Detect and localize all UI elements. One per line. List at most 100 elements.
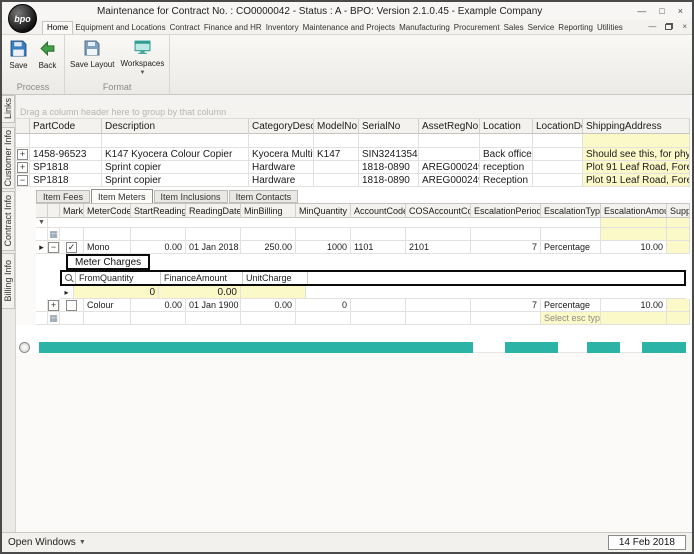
cell-modelno[interactable] (314, 161, 359, 174)
cell-locationdesc[interactable] (533, 148, 583, 161)
column-header-shippingaddress[interactable]: ShippingAddress (583, 119, 690, 134)
cell-financeamount[interactable]: 0.00 (159, 286, 241, 299)
column-header-cosaccountcode[interactable]: COSAccountCode (406, 204, 471, 218)
cell-supplier[interactable] (667, 299, 690, 312)
side-tab-contract-info[interactable]: Contract Info (2, 191, 15, 251)
cell-shippingaddress[interactable]: Plot 91 Leaf Road, Forest Hills, (583, 174, 690, 187)
cell-cosaccountcode[interactable] (406, 299, 471, 312)
cell-modelno[interactable]: K147 (314, 148, 359, 161)
cell-supplier[interactable] (667, 312, 690, 325)
ribbon-tab-utilities[interactable]: Utilities (595, 22, 625, 34)
cell-minbilling[interactable] (241, 228, 296, 241)
column-header-escalationperiod[interactable]: EscalationPeriod (471, 204, 541, 218)
column-header-assetregno[interactable]: AssetRegNo (419, 119, 480, 134)
cell-escalationamount[interactable]: 10.00 (601, 299, 667, 312)
column-header-partcode[interactable]: PartCode (30, 119, 102, 134)
cell-escalationperiod[interactable]: 7 (471, 299, 541, 312)
search-cell[interactable] (62, 272, 76, 284)
cell-minbilling[interactable]: 250.00 (241, 241, 296, 254)
ribbon-tab-reporting[interactable]: Reporting (556, 22, 595, 34)
cell-escalationtype[interactable] (541, 228, 601, 241)
mdi-restore-icon[interactable] (665, 23, 673, 30)
side-tab-links[interactable]: Links (2, 95, 15, 123)
cell-readingdate[interactable]: 01 Jan 1900 (186, 299, 241, 312)
ribbon-tab-equipment-and-locations[interactable]: Equipment and Locations (73, 22, 167, 34)
cell-description[interactable]: K147 Kyocera Colour Copier (102, 148, 249, 161)
expand-cell[interactable]: + (16, 148, 30, 161)
ribbon-tab-procurement[interactable]: Procurement (452, 22, 502, 34)
cell-supplier[interactable] (667, 241, 690, 254)
cell-escalationamount[interactable] (601, 228, 667, 241)
detail-new-row-top[interactable]: ▦ (36, 228, 690, 241)
cell-accountcode[interactable]: 1101 (351, 241, 406, 254)
filter-cell-shippingaddress[interactable] (583, 134, 690, 148)
column-header-minbilling[interactable]: MinBilling (241, 204, 296, 218)
column-header-fromquantity[interactable]: FromQuantity (76, 272, 161, 284)
mdi-close-icon[interactable]: × (682, 22, 687, 31)
side-tab-billing-info[interactable]: Billing Info (2, 253, 15, 309)
filter-cell-locationdesc[interactable] (533, 134, 583, 148)
cell-assetregno[interactable]: AREG000249 (419, 161, 480, 174)
column-header-financeamount[interactable]: FinanceAmount (161, 272, 243, 284)
ribbon-tab-contract[interactable]: Contract (168, 22, 202, 34)
column-header-escalationamount[interactable]: EscalationAmount (601, 204, 667, 218)
escalation-type-prompt[interactable]: Select esc type... (541, 312, 601, 325)
cell-partcode[interactable]: SP1818 (30, 161, 102, 174)
cell-metercode[interactable] (84, 228, 131, 241)
cell-modelno[interactable] (314, 174, 359, 187)
cell-categorydesc[interactable]: Hardware (249, 174, 314, 187)
cell-partcode[interactable]: SP1818 (30, 174, 102, 187)
cell-location[interactable]: reception (480, 161, 533, 174)
filter-cell-location[interactable] (480, 134, 533, 148)
detail-new-row-bottom[interactable]: ▦ Select esc type... (36, 312, 690, 325)
filter-cell-serialno[interactable] (359, 134, 419, 148)
filter-cell-assetregno[interactable] (419, 134, 480, 148)
ribbon-tab-home[interactable]: Home (42, 21, 73, 34)
cell-minquantity[interactable]: 0 (296, 299, 351, 312)
column-header-escalationtype[interactable]: EscalationType (541, 204, 601, 218)
cell-locationdesc[interactable] (533, 161, 583, 174)
cell-minquantity[interactable]: 1000 (296, 241, 351, 254)
filter-cell-description[interactable] (102, 134, 249, 148)
cell-readingdate[interactable] (186, 228, 241, 241)
cell-assetregno[interactable] (419, 148, 480, 161)
minimize-icon[interactable]: — (637, 6, 646, 16)
filter-cell-partcode[interactable] (30, 134, 102, 148)
cell-escalationtype[interactable]: Percentage (541, 299, 601, 312)
cell-assetregno[interactable]: AREG000249 (419, 174, 480, 187)
cell-metercode[interactable]: Mono (84, 241, 131, 254)
cell-categorydesc[interactable]: Hardware (249, 161, 314, 174)
collapse-cell[interactable]: − (16, 174, 30, 187)
column-header-location[interactable]: Location (480, 119, 533, 134)
ribbon-tab-manufacturing[interactable]: Manufacturing (397, 22, 452, 34)
expand-cell[interactable]: + (16, 161, 30, 174)
column-header-accountcode[interactable]: AccountCode (351, 204, 406, 218)
cell-categorydesc[interactable]: Kyocera Multif... (249, 148, 314, 161)
column-header-serialno[interactable]: SerialNo (359, 119, 419, 134)
column-header-unitcharge[interactable]: UnitCharge (243, 272, 308, 284)
cell-escalationtype[interactable]: Percentage (541, 241, 601, 254)
cell-readingdate[interactable]: 01 Jan 2018 (186, 241, 241, 254)
group-by-panel[interactable]: Drag a column header here to group by th… (16, 105, 690, 119)
detail-collapse-cell[interactable]: − (48, 241, 60, 254)
new-row-indicator-icon[interactable] (19, 342, 30, 353)
column-header-modelno[interactable]: ModelNo (314, 119, 359, 134)
cell-escalationamount[interactable]: 10.00 (601, 241, 667, 254)
cell-serialno[interactable]: 1818-0890 (359, 161, 419, 174)
cell-location[interactable]: Back office (480, 148, 533, 161)
open-windows-button[interactable]: Open Windows ▼ (8, 537, 86, 548)
cell-partcode[interactable]: 1458-96523 (30, 148, 102, 161)
status-date-field[interactable]: 14 Feb 2018 (608, 535, 686, 550)
cell-metercode[interactable]: Colour (84, 299, 131, 312)
back-button[interactable]: Back (34, 37, 61, 70)
column-header-minquantity[interactable]: MinQuantity (296, 204, 351, 218)
cell-escalationamount[interactable] (601, 312, 667, 325)
filter-cell-categorydesc[interactable] (249, 134, 314, 148)
cell-serialno[interactable]: 1818-0890 (359, 174, 419, 187)
cell-escalationperiod[interactable]: 7 (471, 241, 541, 254)
cell-shippingaddress[interactable]: Plot 91 Leaf Road, Forest Hills, (583, 161, 690, 174)
cell-description[interactable]: Sprint copier (102, 174, 249, 187)
column-header-readingdate[interactable]: ReadingDate (186, 204, 241, 218)
cell-marked[interactable] (60, 228, 84, 241)
tab-item-meters[interactable]: Item Meters (91, 189, 153, 203)
